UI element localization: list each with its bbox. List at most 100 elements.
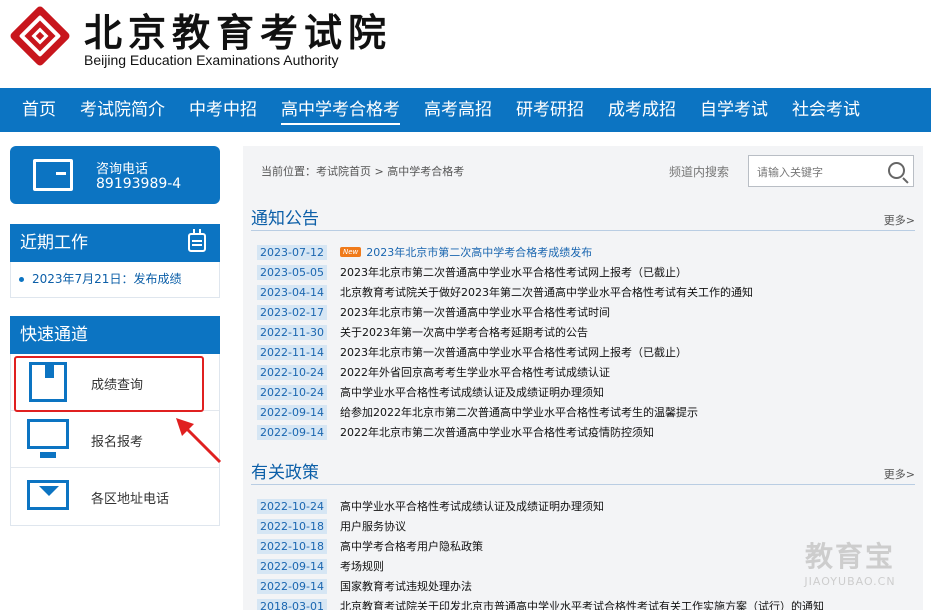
date-badge: 2022-10-24: [257, 384, 327, 400]
notice-more-link[interactable]: 更多>: [884, 212, 915, 228]
list-item-title[interactable]: 2023年北京市第二次普通高中学业水平合格性考试网上报考（已截止）: [340, 264, 687, 280]
divider: [251, 484, 915, 485]
list-item-title[interactable]: 高中学业水平合格性考试成绩认证及成绩证明办理须知: [340, 384, 604, 400]
notice-list: 2023-07-12 New 2023年北京市第二次高中学考合格考成绩发布 2023…: [257, 242, 917, 442]
nav-yankao[interactable]: 研考研招: [504, 88, 596, 132]
recent-work-title: 近期工作: [20, 233, 88, 253]
breadcrumb: 当前位置：考试院首页 > 高中学考合格考: [261, 165, 465, 178]
nav-zikao[interactable]: 自学考试: [688, 88, 780, 132]
list-item-title[interactable]: 关于2023年第一次高中学考合格考延期考试的公告: [340, 324, 588, 340]
list-item-title[interactable]: 北京教育考试院关于印发北京市普通高中学业水平考试合格性考试有关工作实施方案（试行…: [340, 598, 824, 610]
list-item-title[interactable]: 2022年外省回京高考考生学业水平合格性考试成绩认证: [340, 364, 610, 380]
date-badge: 2022-11-30: [257, 324, 327, 340]
list-item-title[interactable]: 考场规则: [340, 558, 384, 574]
nav-zhongkao[interactable]: 中考中招: [177, 88, 269, 132]
list-item-title[interactable]: 2023年北京市第一次普通高中学业水平合格性考试时间: [340, 304, 610, 320]
policy-section-title[interactable]: 有关政策: [251, 458, 319, 483]
new-badge: New: [340, 247, 362, 257]
list-item[interactable]: 2023-07-12 New 2023年北京市第二次高中学考合格考成绩发布: [257, 242, 917, 262]
main-nav: 首页 考试院简介 中考中招 高中学考合格考 高考高招 研考研招 成考成招 自学考…: [0, 88, 931, 132]
list-item-title[interactable]: 高中学考合格考用户隐私政策: [340, 538, 483, 554]
quick-item-label: 成绩查询: [91, 378, 144, 393]
date-badge: 2022-10-18: [257, 538, 327, 554]
list-item[interactable]: 2022-10-18 高中学考合格考用户隐私政策: [257, 536, 917, 556]
date-badge: 2022-10-24: [257, 364, 327, 380]
divider: [251, 230, 915, 231]
date-badge: 2022-09-14: [257, 404, 327, 420]
recent-work-item-text[interactable]: 2023年7月21日：发布成绩: [32, 272, 181, 286]
list-item-title[interactable]: 用户服务协议: [340, 518, 406, 534]
site-header: 北京教育考试院 Beijing Education Examinations A…: [0, 0, 931, 88]
quick-district-contacts[interactable]: 各区地址电话: [11, 468, 219, 525]
notice-section-title[interactable]: 通知公告: [251, 204, 319, 229]
list-item[interactable]: 2023-02-17 2023年北京市第一次普通高中学业水平合格性考试时间: [257, 302, 917, 322]
hotline-number: 89193989-4: [96, 176, 182, 192]
search-label: 频道内搜索: [669, 165, 730, 179]
recent-work-header: 近期工作: [10, 224, 220, 262]
date-badge: 2023-02-17: [257, 304, 327, 320]
list-item-title[interactable]: 国家教育考试违规处理办法: [340, 578, 472, 594]
date-badge: 2022-09-14: [257, 424, 327, 440]
list-item[interactable]: 2022-11-14 2023年北京市第一次普通高中学业水平合格性考试网上报考（已…: [257, 342, 917, 362]
list-item-title[interactable]: 2023年北京市第一次普通高中学业水平合格性考试网上报考（已截止）: [340, 344, 687, 360]
quick-access-title: 快速通道: [20, 325, 88, 345]
phone-card-icon: [33, 159, 73, 191]
nav-xuekao[interactable]: 高中学考合格考: [269, 88, 412, 132]
date-badge: 2018-03-01: [257, 598, 327, 610]
calendar-icon: [188, 229, 206, 252]
search-input[interactable]: [757, 163, 877, 181]
envelope-icon: [27, 480, 69, 510]
site-subtitle: Beijing Education Examinations Authority: [84, 52, 339, 68]
list-item-title[interactable]: 2023年北京市第二次高中学考合格考成绩发布: [366, 244, 592, 260]
nav-gaokao[interactable]: 高考高招: [412, 88, 504, 132]
nav-shehui[interactable]: 社会考试: [780, 88, 872, 132]
list-item-title[interactable]: 高中学业水平合格性考试成绩认证及成绩证明办理须知: [340, 498, 604, 514]
bookmark-book-icon: [29, 362, 67, 402]
quick-access-header: 快速通道: [10, 316, 220, 354]
policy-list: 2022-10-24 高中学业水平合格性考试成绩认证及成绩证明办理须知 2022-…: [257, 496, 917, 610]
list-item[interactable]: 2022-10-24 高中学业水平合格性考试成绩认证及成绩证明办理须知: [257, 382, 917, 402]
bjeea-emblem-icon[interactable]: [10, 6, 70, 66]
nav-home[interactable]: 首页: [10, 88, 68, 132]
quick-score-query[interactable]: 成绩查询: [11, 354, 219, 411]
list-item[interactable]: 2022-09-14 2022年北京市第二次普通高中学业水平合格性考试疫情防控须知: [257, 422, 917, 442]
list-item[interactable]: 2022-10-24 2022年外省回京高考考生学业水平合格性考试成绩认证: [257, 362, 917, 382]
quick-item-label: 各区地址电话: [91, 492, 170, 507]
search-box: [748, 155, 914, 187]
nav-about[interactable]: 考试院简介: [68, 88, 177, 132]
hotline-label: 咨询电话: [96, 162, 149, 177]
quick-item-label: 报名报考: [91, 435, 144, 450]
date-badge: 2022-11-14: [257, 344, 327, 360]
recent-work-list: 2023年7月21日：发布成绩: [10, 262, 220, 298]
quick-access-list: 成绩查询 报名报考 各区地址电话: [10, 354, 220, 526]
policy-more-link[interactable]: 更多>: [884, 466, 915, 482]
list-item[interactable]: 2022-09-14 考场规则: [257, 556, 917, 576]
bullet-icon: [19, 277, 24, 282]
hotline-card[interactable]: 咨询电话 89193989-4: [10, 146, 220, 204]
quick-registration[interactable]: 报名报考: [11, 411, 219, 468]
list-item[interactable]: 2023-05-05 2023年北京市第二次普通高中学业水平合格性考试网上报考（已…: [257, 262, 917, 282]
list-item[interactable]: 2022-10-24 高中学业水平合格性考试成绩认证及成绩证明办理须知: [257, 496, 917, 516]
date-badge: 2022-10-24: [257, 498, 327, 514]
list-item[interactable]: 2022-11-30 关于2023年第一次高中学考合格考延期考试的公告: [257, 322, 917, 342]
list-item-title[interactable]: 北京教育考试院关于做好2023年第二次普通高中学业水平合格性考试有关工作的通知: [340, 284, 753, 300]
date-badge: 2023-05-05: [257, 264, 327, 280]
date-badge: 2022-09-14: [257, 578, 327, 594]
date-badge: 2022-09-14: [257, 558, 327, 574]
list-item-title[interactable]: 给参加2022年北京市第二次普通高中学业水平合格性考试考生的温馨提示: [340, 404, 698, 420]
date-badge: 2023-04-14: [257, 284, 327, 300]
list-item-title[interactable]: 2022年北京市第二次普通高中学业水平合格性考试疫情防控须知: [340, 424, 654, 440]
list-item[interactable]: 2022-09-14 国家教育考试违规处理办法: [257, 576, 917, 596]
search-icon[interactable]: [888, 162, 905, 179]
list-item[interactable]: 2023-04-14 北京教育考试院关于做好2023年第二次普通高中学业水平合格性…: [257, 282, 917, 302]
list-item[interactable]: 2018-03-01 北京教育考试院关于印发北京市普通高中学业水平考试合格性考试有…: [257, 596, 917, 610]
list-item[interactable]: 2022-10-18 用户服务协议: [257, 516, 917, 536]
nav-chengkao[interactable]: 成考成招: [596, 88, 688, 132]
site-title[interactable]: 北京教育考试院: [84, 2, 392, 57]
list-item[interactable]: 2022-09-14 给参加2022年北京市第二次普通高中学业水平合格性考试考生的…: [257, 402, 917, 422]
monitor-icon: [27, 419, 69, 458]
date-badge: 2023-07-12: [257, 244, 327, 260]
main-content: 当前位置：考试院首页 > 高中学考合格考 频道内搜索 通知公告 更多> 2023…: [243, 146, 923, 610]
recent-work-item[interactable]: 2023年7月21日：发布成绩: [19, 270, 219, 287]
date-badge: 2022-10-18: [257, 518, 327, 534]
